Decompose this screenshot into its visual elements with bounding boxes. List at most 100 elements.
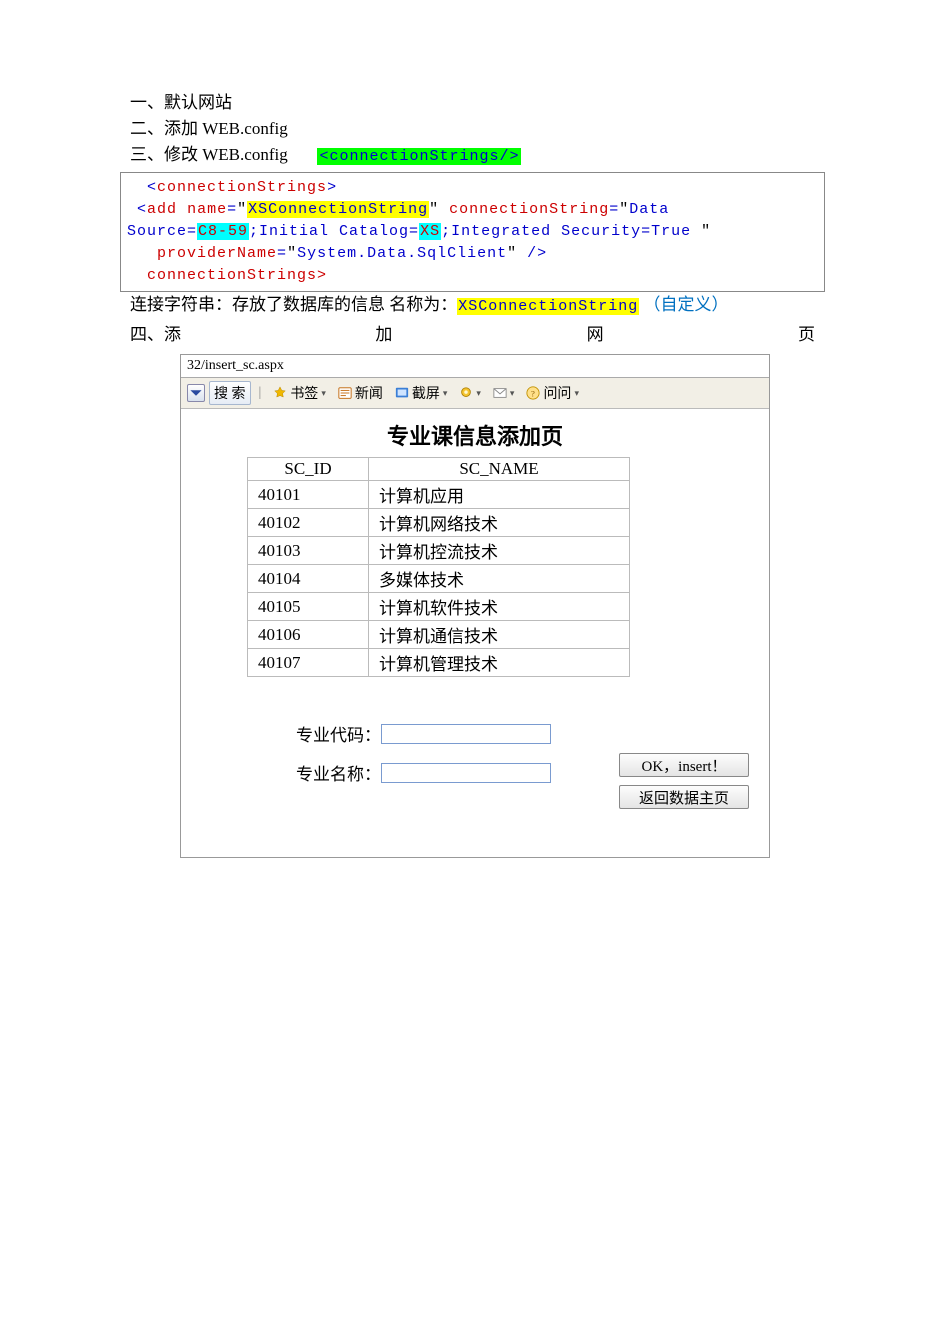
th-id: SC_ID	[248, 458, 369, 481]
cell-id: 40102	[248, 509, 369, 537]
code-eq3: =	[277, 245, 287, 262]
toolbar-separator: |	[259, 385, 262, 401]
medal-icon	[459, 386, 473, 400]
table-row: 40104多媒体技术	[248, 565, 630, 593]
code-name-val: XSConnectionString	[247, 201, 429, 218]
ask-label: 问问	[543, 383, 571, 403]
code-attr-conn: connectionString	[449, 201, 609, 218]
table-row: 40107计算机管理技术	[248, 649, 630, 677]
cell-name: 多媒体技术	[369, 565, 630, 593]
star-icon	[273, 386, 287, 400]
label-name: 专业名称：	[281, 760, 381, 785]
label-code: 专业代码：	[281, 721, 381, 746]
cell-id: 40105	[248, 593, 369, 621]
screenshot-label: 截屏	[412, 383, 440, 403]
form-area: 专业代码： 专业名称： OK，insert！ 返回数据主页	[191, 721, 759, 841]
bookmark-label: 书签	[290, 383, 318, 403]
caret-icon-3: ▾	[476, 388, 481, 399]
cell-name: 计算机控流技术	[369, 537, 630, 565]
table-row: 40102计算机网络技术	[248, 509, 630, 537]
code-add-lt: <	[137, 201, 147, 218]
note-line: 连接字符串：存放了数据库的信息 名称为：XSConnectionString （…	[0, 292, 945, 320]
page-title: 专业课信息添加页	[191, 419, 759, 451]
code-eq1: =	[227, 201, 237, 218]
page-body: 专业课信息添加页 SC_ID SC_NAME 40101计算机应用 40102计…	[181, 409, 769, 857]
mail-icon	[493, 386, 507, 400]
cell-name: 计算机软件技术	[369, 593, 630, 621]
code-box: <connectionStrings> <add name="XSConnect…	[120, 172, 825, 292]
caret-icon-2: ▾	[443, 388, 448, 399]
table-row: 40103计算机控流技术	[248, 537, 630, 565]
outline-item-2: 二、添加 WEB.config	[130, 116, 815, 142]
code-provider-val: System.Data.SqlClient	[297, 245, 507, 262]
ask-item[interactable]: ? 问问 ▾	[522, 382, 583, 404]
favorites-item[interactable]: ▾	[455, 385, 485, 401]
cell-name: 计算机应用	[369, 481, 630, 509]
cell-name: 计算机通信技术	[369, 621, 630, 649]
caret-icon-5: ▾	[574, 388, 579, 399]
code-q4: "	[701, 223, 711, 240]
code-selfclose: />	[517, 245, 547, 262]
input-code[interactable]	[381, 724, 551, 744]
cell-id: 40101	[248, 481, 369, 509]
outline-item-3-highlight: <connectionStrings/>	[317, 148, 521, 165]
table-row: 40106计算机通信技术	[248, 621, 630, 649]
news-icon	[338, 386, 352, 400]
table-row: 40105计算机软件技术	[248, 593, 630, 621]
cell-id: 40103	[248, 537, 369, 565]
outline-item-3-prefix: 三、修改 WEB.config	[130, 145, 288, 164]
code-source-val: C8-59	[197, 223, 249, 240]
outline-4-c2: 加	[375, 322, 392, 348]
caret-icon: ▾	[321, 388, 326, 399]
browser-window: 32/insert_sc.aspx 搜 索 | 书签 ▾ 新闻 截屏 ▾	[180, 354, 770, 858]
back-home-button[interactable]: 返回数据主页	[619, 785, 749, 809]
code-catalog-val: XS	[419, 223, 441, 240]
question-icon: ?	[526, 386, 540, 400]
code-gt: >	[327, 179, 337, 196]
code-mid1: ;Initial Catalog=	[249, 223, 419, 240]
cell-name: 计算机网络技术	[369, 509, 630, 537]
outline-4-c4: 页	[798, 322, 815, 348]
note-prefix: 连接字符串：存放了数据库的信息 名称为：	[130, 295, 457, 314]
cell-name: 计算机管理技术	[369, 649, 630, 677]
address-bar[interactable]: 32/insert_sc.aspx	[181, 355, 769, 378]
code-q2: "	[429, 201, 439, 218]
note-highlight: XSConnectionString	[457, 298, 639, 315]
code-mid2: ;Integrated Security=True	[441, 223, 701, 240]
cell-id: 40107	[248, 649, 369, 677]
table-row: 40101计算机应用	[248, 481, 630, 509]
code-attr-provider: providerName	[157, 245, 277, 262]
browser-toolbar: 搜 索 | 书签 ▾ 新闻 截屏 ▾ ▾ ▾	[181, 378, 769, 409]
dropdown-icon[interactable]	[187, 384, 205, 402]
code-source-label: Source=	[127, 223, 197, 240]
outline-item-4: 四、添 加 网 页	[0, 322, 945, 348]
ok-insert-button[interactable]: OK，insert！	[619, 753, 749, 777]
caret-icon-4: ▾	[510, 388, 515, 399]
screenshot-item[interactable]: 截屏 ▾	[391, 382, 452, 404]
data-table: SC_ID SC_NAME 40101计算机应用 40102计算机网络技术 40…	[247, 457, 630, 677]
code-add-name: add	[147, 201, 177, 218]
code-q5: "	[287, 245, 297, 262]
mail-item[interactable]: ▾	[489, 385, 519, 401]
note-suffix: （自定义）	[639, 295, 728, 314]
code-attr-name: name	[187, 201, 227, 218]
code-lt: <	[147, 179, 157, 196]
code-q3: "	[619, 201, 629, 218]
code-open-name: connectionStrings	[157, 179, 327, 196]
cell-id: 40104	[248, 565, 369, 593]
outline-item-3: 三、修改 WEB.config <connectionStrings/>	[130, 142, 815, 170]
news-item[interactable]: 新闻	[334, 382, 387, 404]
svg-text:?: ?	[531, 389, 535, 399]
code-close-tag: connectionStrings>	[147, 267, 327, 284]
code-q1: "	[237, 201, 247, 218]
cell-id: 40106	[248, 621, 369, 649]
input-name[interactable]	[381, 763, 551, 783]
code-eq2: =	[609, 201, 619, 218]
search-button[interactable]: 搜 索	[209, 381, 251, 405]
th-name: SC_NAME	[369, 458, 630, 481]
news-label: 新闻	[355, 383, 383, 403]
outline-4-c1: 四、添	[130, 322, 181, 348]
code-conn-prefix: Data	[629, 201, 669, 218]
code-q6: "	[507, 245, 517, 262]
bookmark-item[interactable]: 书签 ▾	[269, 382, 330, 404]
